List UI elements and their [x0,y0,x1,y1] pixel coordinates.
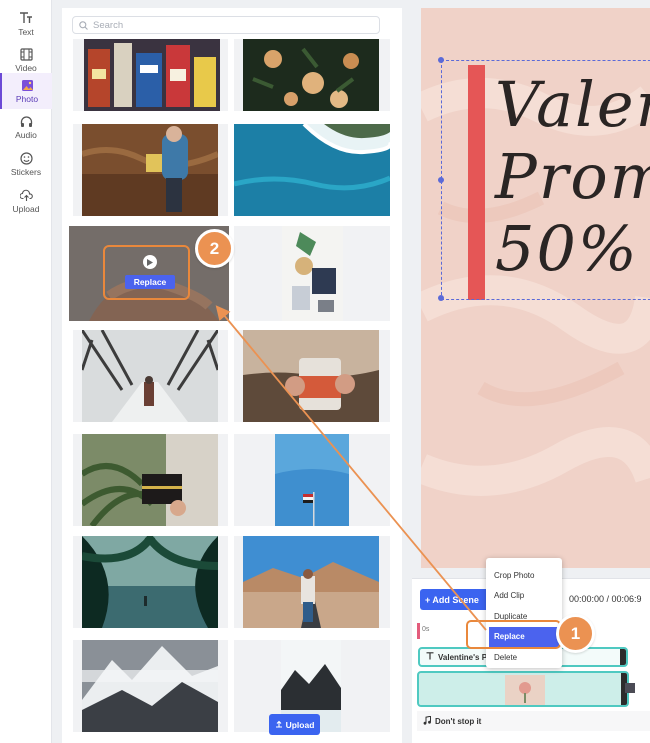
rail-label: Video [15,63,37,73]
play-icon[interactable] [143,255,157,269]
step-badge-1: 1 [556,614,595,653]
resize-handle[interactable] [438,295,444,301]
text-selection-box[interactable] [438,57,650,301]
photo-thumb-city-billboards[interactable] [73,39,228,111]
photo-thumb-forest-hiker[interactable] [73,124,228,216]
rail-label: Audio [15,130,37,140]
rail-label: Stickers [10,167,42,177]
rail-item-audio[interactable]: Audio [0,109,52,145]
photo-thumb-flag-sky[interactable] [234,434,390,526]
rail-label: Text [18,27,34,37]
photo-thumb-snowy-trees[interactable] [73,330,228,422]
timeline-flag-icon[interactable] [625,683,635,693]
search-icon [79,20,88,30]
video-canvas[interactable]: Valen Prom 50% [421,8,650,568]
step-badge-2: 2 [195,229,234,268]
film-icon [19,47,33,61]
photo-thumb-snowy-mountains[interactable] [73,640,228,732]
highlight-ring-menu [466,620,561,649]
photo-thumb-coffee-cup[interactable] [234,330,390,422]
photo-thumb-palm-beach[interactable] [73,536,228,628]
resize-handle[interactable] [438,177,444,183]
smiley-icon [19,151,33,165]
photo-thumb-desert-road[interactable] [234,536,390,628]
photo-track-clip[interactable] [417,671,629,707]
photo-thumb-flatlay-items[interactable] [234,226,390,321]
photo-gallery-panel: Replace [62,8,402,743]
rail-item-photo[interactable]: Photo [0,73,52,109]
upload-icon [275,720,283,730]
clip-thumbnail [505,675,545,705]
audio-track-label: Don't stop it [435,716,482,726]
rail-label: Upload [12,204,40,214]
ruler-label: 0s [422,626,430,633]
highlight-ring-thumb [103,245,190,300]
rail-item-stickers[interactable]: Stickers [0,146,52,182]
add-scene-button[interactable]: + Add Scene [420,589,490,610]
photo-thumb-ocean-aerial[interactable] [234,124,390,216]
headphones-icon [19,114,33,128]
replace-thumb-button[interactable]: Replace [125,275,175,289]
photo-thumb-bible-plants[interactable] [73,434,228,526]
rail-item-text[interactable]: Text [0,6,52,42]
resize-handle[interactable] [438,57,444,63]
music-note-icon [423,715,431,727]
upload-button[interactable]: Upload [269,714,320,735]
text-track-icon [426,652,434,662]
upload-icon [19,188,33,202]
text-track-label: Valentine's P [438,652,488,662]
menu-item-crop-photo[interactable]: Crop Photo [486,565,562,586]
menu-item-delete[interactable]: Delete [486,647,562,668]
rail-label: Photo [15,94,39,104]
photo-thumb-dark-flowers[interactable] [234,39,390,111]
rail-item-upload[interactable]: Upload [0,183,52,219]
search-box[interactable] [72,16,380,34]
left-toolbar: Text Video Photo Audio Stickers Upload [0,0,52,743]
clip-trim-handle[interactable] [620,649,626,665]
text-icon [19,11,33,25]
photo-icon [20,78,34,92]
menu-item-add-clip[interactable]: Add Clip [486,586,562,607]
audio-track-clip[interactable]: Don't stop it [417,711,650,731]
time-readout: 00:00:00 / 00:06:9 [569,594,642,604]
clip-context-menu: Crop Photo Add Clip Duplicate Replace De… [486,558,562,668]
search-input[interactable] [93,19,353,31]
upload-label: Upload [285,719,315,730]
